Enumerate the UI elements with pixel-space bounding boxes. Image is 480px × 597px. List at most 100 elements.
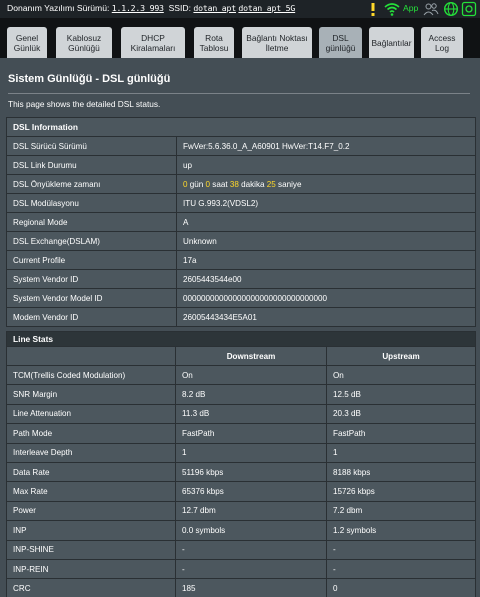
exclamation-icon[interactable]	[368, 1, 378, 19]
dsl-information-table: DSL Information DSL Sürücü Sürümü FwVer:…	[6, 117, 476, 327]
app-link[interactable]: App	[403, 3, 418, 13]
downstream-value: -	[175, 539, 327, 560]
downstream-value: 12.7 dbm	[175, 500, 327, 522]
row-label: INP-REIN	[6, 558, 176, 580]
downstream-value: 0.0 symbols	[175, 520, 327, 541]
table-row: Power 12.7 dbm 7.2 dbm	[6, 500, 476, 522]
table-row: Interleave Depth 1 1	[6, 442, 476, 463]
row-value: ITU G.993.2(VDSL2)	[176, 193, 476, 213]
row-value: 2605443544e00	[176, 269, 476, 289]
table-row: System Vendor Model ID 00000000000000000…	[6, 288, 476, 308]
row-label: DSL Sürücü Sürümü	[6, 136, 177, 156]
tab-dsl-log[interactable]: DSL günlüğü	[319, 27, 362, 58]
wifi-icon[interactable]	[384, 1, 400, 19]
upstream-value: FastPath	[326, 423, 476, 444]
globe-icon[interactable]	[443, 1, 459, 19]
row-label: INP	[6, 520, 176, 541]
tab-connections[interactable]: Bağlantılar	[369, 27, 414, 58]
upstream-value: 12.5 dB	[326, 384, 476, 405]
row-value: Unknown	[176, 231, 476, 251]
row-label: TCM(Trellis Coded Modulation)	[6, 364, 176, 386]
firmware-label: Donanım Yazılımı Sürümü:	[7, 3, 110, 13]
upstream-value: 1	[326, 442, 476, 463]
uptime-value: 0 gün 0 saat 38 dakika 25 saniye	[176, 174, 476, 194]
users-icon[interactable]	[423, 1, 439, 19]
uptime-days: 0	[183, 179, 188, 189]
upstream-value: -	[326, 539, 476, 560]
table-row: TCM(Trellis Coded Modulation) On On	[6, 364, 476, 386]
row-value: A	[176, 212, 476, 232]
downstream-value: 65376 kbps	[175, 481, 327, 502]
table-row: Line Attenuation 11.3 dB 20.3 dB	[6, 403, 476, 425]
row-label: SNR Margin	[6, 384, 176, 405]
header-blank	[6, 346, 176, 366]
row-label: Max Rate	[6, 481, 176, 502]
tab-route-table[interactable]: Rota Tablosu	[194, 27, 234, 58]
downstream-value: 11.3 dB	[175, 403, 327, 425]
table-row: DSL Önyükleme zamanı 0 gün 0 saat 38 dak…	[6, 174, 476, 194]
header-upstream: Upstream	[326, 346, 476, 366]
content-panel: Sistem Günlüğü - DSL günlüğü This page s…	[0, 58, 480, 597]
tab-dhcp-leases[interactable]: DHCP Kiralamaları	[121, 27, 185, 58]
page-description: This page shows the detailed DSL status.	[8, 99, 161, 109]
table-row: Path Mode FastPath FastPath	[6, 423, 476, 444]
row-label: Interleave Depth	[6, 442, 176, 463]
row-label: Line Attenuation	[6, 403, 176, 425]
usb-icon[interactable]	[461, 1, 477, 19]
downstream-value: 8.2 dB	[175, 384, 327, 405]
ssid-5g-link[interactable]: dotan_apt_5G	[238, 3, 295, 13]
table-row: DSL Exchange(DSLAM) Unknown	[6, 231, 476, 251]
tab-wireless-log[interactable]: Kablosuz Günlüğü	[56, 27, 112, 58]
table-row: System Vendor ID 2605443544e00	[6, 269, 476, 289]
row-label: Data Rate	[6, 461, 176, 483]
upstream-value: -	[326, 558, 476, 580]
upstream-value: 1.2 symbols	[326, 520, 476, 541]
row-label: DSL Önyükleme zamanı	[6, 174, 177, 194]
downstream-value: 185	[175, 578, 327, 597]
firmware-version-link[interactable]: 1.1.2.3_993	[112, 3, 164, 13]
table-row: INP 0.0 symbols 1.2 symbols	[6, 520, 476, 541]
row-label: DSL Modülasyonu	[6, 193, 177, 213]
line-stats-header-row: Downstream Upstream	[6, 346, 476, 366]
table-row: Modem Vendor ID 26005443434E5A01	[6, 307, 476, 327]
upstream-value: On	[326, 364, 476, 386]
row-value: 00000000000000000000000000000000	[176, 288, 476, 308]
table-row: CRC 185 0	[6, 578, 476, 597]
uptime-hours: 0	[205, 179, 211, 189]
ssid-2g-link[interactable]: dotan_apt	[193, 3, 236, 13]
row-value: up	[176, 155, 476, 175]
page-title: Sistem Günlüğü - DSL günlüğü	[8, 73, 171, 85]
row-label: System Vendor ID	[6, 269, 177, 289]
uptime-hours-unit: saat	[212, 179, 228, 189]
tab-general-log[interactable]: Genel Günlük	[7, 27, 47, 58]
row-label: INP-SHINE	[6, 539, 176, 560]
header-downstream: Downstream	[175, 346, 327, 366]
row-value: FwVer:5.6.36.0_A_A60901 HwVer:T14.F7_0.2	[176, 136, 476, 156]
table-row: DSL Modülasyonu ITU G.993.2(VDSL2)	[6, 193, 476, 213]
row-label: Power	[6, 500, 176, 522]
tab-access-log[interactable]: Access Log	[421, 27, 463, 58]
table-row: INP-SHINE - -	[6, 539, 476, 560]
uptime-days-unit: gün	[189, 179, 204, 189]
table-row: Current Profile 17a	[6, 250, 476, 270]
row-label: CRC	[6, 578, 176, 597]
downstream-value: 51196 kbps	[175, 461, 327, 483]
firmware-info: Donanım Yazılımı Sürümü: 1.1.2.3_993 SSI…	[7, 3, 295, 13]
row-label: System Vendor Model ID	[6, 288, 177, 308]
row-label: DSL Exchange(DSLAM)	[6, 231, 177, 251]
line-stats-heading: Line Stats	[6, 331, 476, 347]
uptime-minutes-unit: dakika	[241, 179, 265, 189]
row-label: DSL Link Durumu	[6, 155, 177, 175]
table-row: Max Rate 65376 kbps 15726 kbps	[6, 481, 476, 502]
table-row: SNR Margin 8.2 dB 12.5 dB	[6, 384, 476, 405]
table-row: DSL Sürücü Sürümü FwVer:5.6.36.0_A_A6090…	[6, 136, 476, 156]
dsl-information-heading: DSL Information	[6, 117, 476, 137]
table-row: Regional Mode A	[6, 212, 476, 232]
tab-port-forwarding[interactable]: Bağlantı Noktası İletme	[242, 27, 312, 58]
row-label: Path Mode	[6, 423, 176, 444]
table-row: DSL Link Durumu up	[6, 155, 476, 175]
downstream-value: On	[175, 364, 327, 386]
upstream-value: 20.3 dB	[326, 403, 476, 425]
uptime-seconds-unit: saniye	[278, 179, 302, 189]
table-row: Data Rate 51196 kbps 8188 kbps	[6, 461, 476, 483]
